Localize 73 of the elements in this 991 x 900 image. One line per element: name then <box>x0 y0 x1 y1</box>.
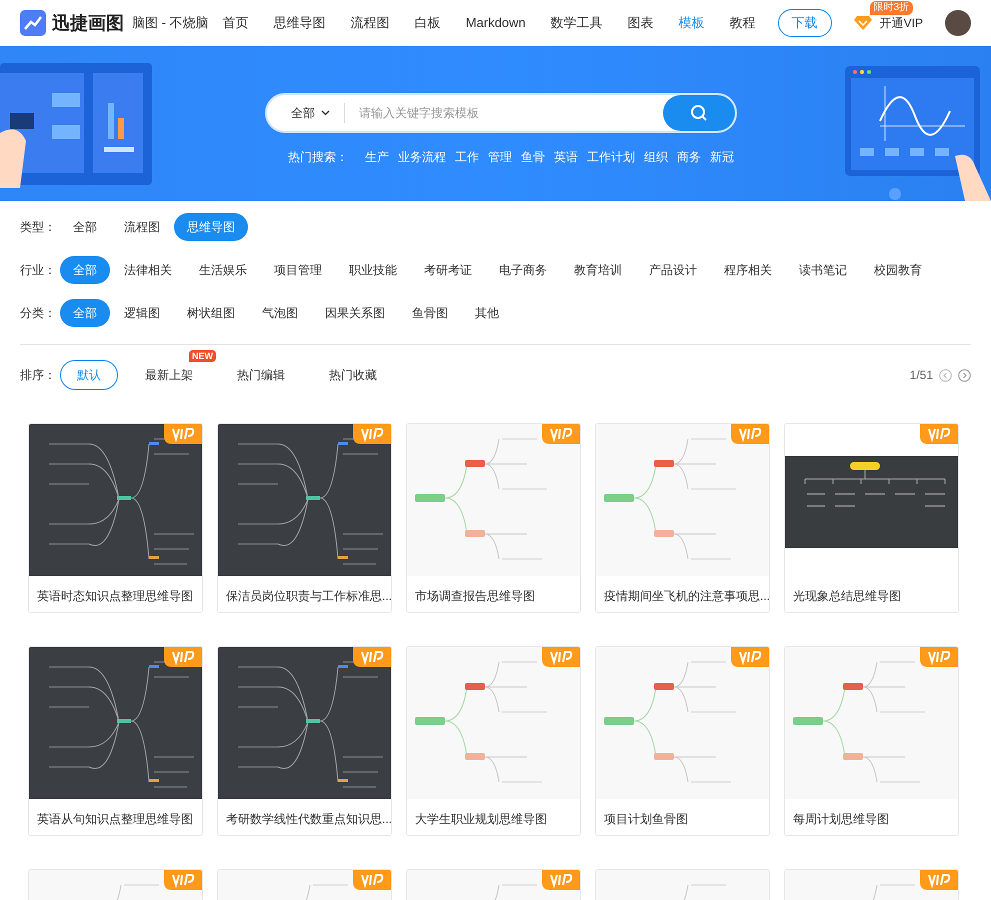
template-card[interactable]: 考研数学线性代数重点知识思... <box>217 646 392 836</box>
hot-search-label: 热门搜索： <box>288 149 348 166</box>
nav-link[interactable]: 教程 <box>730 13 756 33</box>
new-badge: NEW <box>189 350 216 362</box>
next-page-icon[interactable] <box>958 368 971 382</box>
slogan: 脑图 - 不烧脑 <box>132 14 209 32</box>
filter-chip[interactable]: 项目管理 <box>261 256 335 284</box>
nav-link[interactable]: 图表 <box>628 13 654 33</box>
hot-search-link[interactable]: 商务 <box>677 148 701 166</box>
nav-link[interactable]: 思维导图 <box>274 13 326 33</box>
page-indicator: 1/51 <box>910 367 933 384</box>
sort-option[interactable]: 热门收藏 <box>312 360 394 390</box>
filter-chip[interactable]: 法律相关 <box>111 256 185 284</box>
template-card[interactable]: 光现象总结思维导图 <box>784 423 959 613</box>
filter-chip[interactable]: 因果关系图 <box>312 298 398 326</box>
template-title: 大学生职业规划思维导图 <box>414 811 548 828</box>
filter-chip[interactable]: 校园教育 <box>861 256 935 284</box>
template-card[interactable]: 英语时态知识点整理思维导图 <box>28 423 203 613</box>
filter-chip[interactable]: 生活娱乐 <box>186 256 260 284</box>
search-box[interactable]: 全部 请输入关键字搜索模板 <box>265 93 737 133</box>
discount-badge: 限时3折 <box>870 1 914 15</box>
filter-chip[interactable]: 气泡图 <box>249 298 311 326</box>
filter-label: 类型： <box>20 218 56 236</box>
nav-link[interactable]: Markdown <box>466 13 526 33</box>
nav-link[interactable]: 数学工具 <box>550 13 603 33</box>
template-card[interactable]: 每周计划思维导图 <box>784 646 959 836</box>
nav-link[interactable]: 首页 <box>222 13 249 33</box>
filter-chip[interactable]: 产品设计 <box>636 256 710 284</box>
diamond-icon[interactable] <box>854 15 872 31</box>
nav-link[interactable]: 白板 <box>414 13 441 33</box>
template-title: 英语时态知识点整理思维导图 <box>36 588 194 605</box>
filter-chip[interactable]: 考研考证 <box>411 256 485 284</box>
template-title: 考研数学线性代数重点知识思... <box>225 811 391 828</box>
logo-icon[interactable] <box>20 10 46 36</box>
template-title: 英语从句知识点整理思维导图 <box>36 811 194 828</box>
filter-chip[interactable]: 全部 <box>60 212 110 240</box>
template-title: 疫情期间坐飞机的注意事项思... <box>603 588 769 605</box>
filter-chip[interactable]: 职业技能 <box>336 256 410 284</box>
previous-page-icon[interactable] <box>939 368 952 382</box>
caret-icon <box>321 110 330 116</box>
filter-chip[interactable]: 电子商务 <box>486 256 560 284</box>
avatar[interactable] <box>945 10 971 36</box>
filter-label: 行业： <box>20 262 56 278</box>
sort-option[interactable]: 热门编辑 <box>220 360 302 390</box>
template-title: 市场调查报告思维导图 <box>414 588 536 605</box>
search-button[interactable] <box>663 95 735 131</box>
template-title: 每周计划思维导图 <box>792 811 890 828</box>
template-card[interactable]: 项目计划鱼骨图 <box>595 646 770 836</box>
filter-chip[interactable]: 其他 <box>462 298 512 326</box>
logo-text[interactable]: 迅捷画图 <box>52 10 124 36</box>
filter-chip[interactable]: 教育培训 <box>561 256 635 284</box>
sort-option[interactable]: 最新上架 <box>128 360 210 390</box>
filter-chip[interactable]: 鱼骨图 <box>399 298 461 326</box>
template-title: 光现象总结思维导图 <box>792 588 902 605</box>
scope-dropdown[interactable]: 全部 <box>291 104 330 122</box>
template-title: 项目计划鱼骨图 <box>603 811 689 828</box>
nav-link[interactable]: 流程图 <box>350 13 390 33</box>
vip-link[interactable]: 开通VIP <box>880 14 923 32</box>
sort-label: 排序： <box>20 367 56 384</box>
template-card[interactable]: 英语从句知识点整理思维导图 <box>28 646 203 836</box>
filter-chip[interactable]: 程序相关 <box>711 256 785 284</box>
template-title: 保洁员岗位职责与工作标准思... <box>225 588 391 605</box>
filter-chip[interactable]: 读书笔记 <box>786 256 860 284</box>
filter-label: 分类： <box>20 304 56 322</box>
template-card[interactable]: 保洁员岗位职责与工作标准思... <box>217 423 392 613</box>
filter-chip[interactable]: 逻辑图 <box>111 298 173 326</box>
template-card[interactable]: 大学生职业规划思维导图 <box>406 646 581 836</box>
hot-search-link[interactable]: 新冠 <box>710 148 734 166</box>
search-icon <box>690 104 708 122</box>
template-card[interactable]: 疫情期间坐飞机的注意事项思... <box>595 423 770 613</box>
filter-chip[interactable]: 流程图 <box>111 212 173 240</box>
filter-chip[interactable]: 树状组图 <box>174 298 248 326</box>
template-card[interactable]: 市场调查报告思维导图 <box>406 423 581 613</box>
